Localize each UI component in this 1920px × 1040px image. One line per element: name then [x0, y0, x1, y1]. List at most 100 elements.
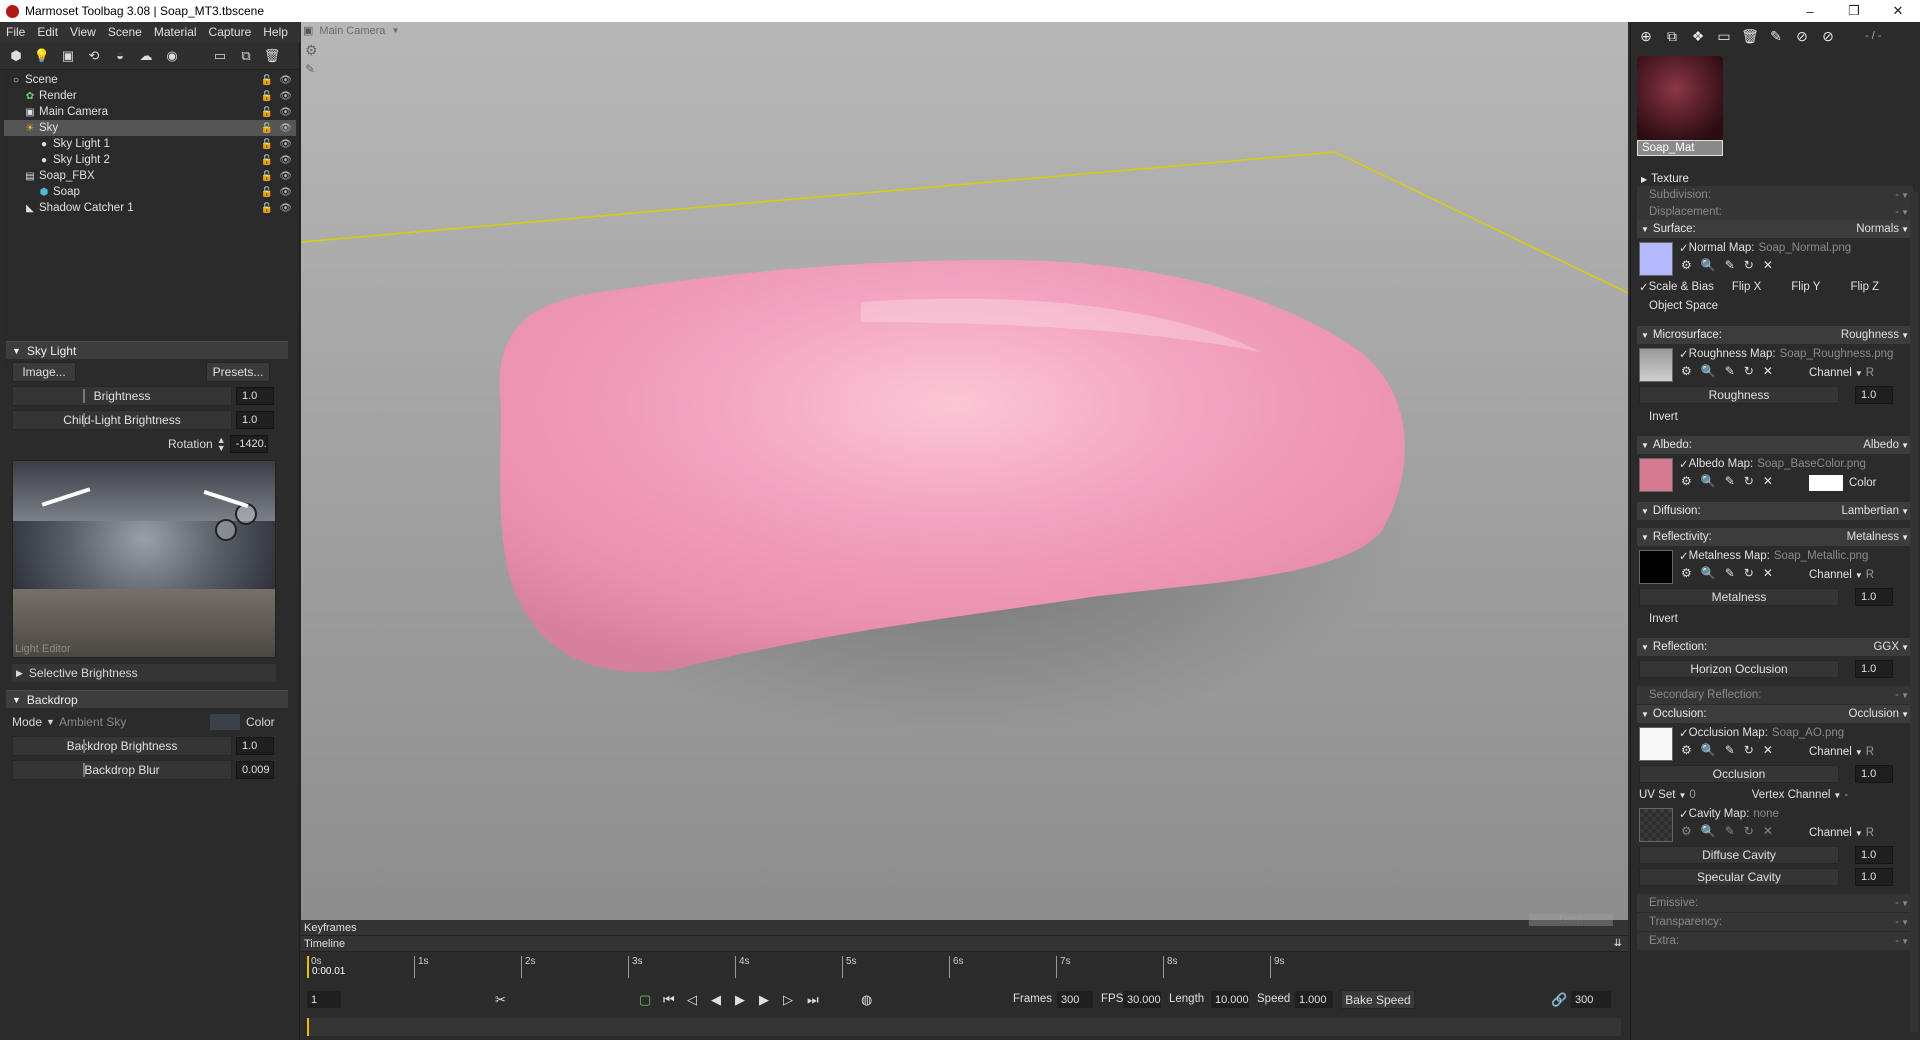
light-marker-2[interactable]: [215, 519, 237, 541]
gear-icon[interactable]: ⚙: [1681, 566, 1692, 580]
roughness-slider[interactable]: Roughness: [1639, 386, 1839, 404]
menu-file[interactable]: File: [0, 25, 31, 39]
link-icon[interactable]: 🔗: [1551, 992, 1567, 1008]
close-icon[interactable]: ✕: [1763, 824, 1773, 838]
reload-icon[interactable]: ↻: [1744, 474, 1754, 488]
check-icon[interactable]: ✓: [1679, 241, 1689, 255]
material-preview-sphere[interactable]: [1637, 56, 1723, 142]
restore-button[interactable]: ❐: [1832, 0, 1876, 22]
child-brightness-value[interactable]: 1.0: [236, 411, 274, 429]
brightness-slider[interactable]: Brightness: [12, 386, 232, 406]
occlusion-map-thumb[interactable]: [1639, 727, 1673, 761]
microsurface-header[interactable]: ▼ Microsurface: Roughness ▼: [1637, 326, 1913, 344]
menu-scene[interactable]: Scene: [102, 25, 148, 39]
loop-icon[interactable]: ▢: [639, 992, 651, 1008]
gear-icon[interactable]: ⚙: [1681, 364, 1692, 378]
length-input[interactable]: 10.000: [1211, 991, 1249, 1008]
emissive-header[interactable]: Emissive: - ▼: [1637, 894, 1913, 912]
selective-brightness-header[interactable]: ▶ Selective Brightness: [12, 664, 276, 682]
edit-icon[interactable]: ✎: [1725, 474, 1735, 488]
lock-icon[interactable]: 🔓: [261, 203, 273, 214]
transparency-header[interactable]: Transparency: - ▼: [1637, 913, 1913, 931]
tree-item-render[interactable]: ✿ Render 🔓 👁: [4, 88, 296, 104]
menu-help[interactable]: Help: [257, 25, 294, 39]
collapse-icon[interactable]: ⇊: [1614, 938, 1622, 949]
visibility-eye-icon[interactable]: 👁: [279, 203, 292, 214]
dropdown-arrow-icon[interactable]: ▼: [1901, 643, 1909, 652]
dropdown-arrow-icon[interactable]: ▼: [1901, 191, 1909, 200]
visibility-eye-icon[interactable]: 👁: [279, 91, 292, 102]
metalness-invert-toggle[interactable]: Invert: [1649, 610, 1678, 628]
dropdown-arrow-icon[interactable]: ▼: [1901, 441, 1909, 450]
slider-knob[interactable]: [83, 389, 85, 403]
lock-icon[interactable]: 🔓: [261, 75, 273, 86]
tree-item-sky[interactable]: ☀ Sky 🔓 👁: [4, 120, 296, 136]
dropdown-arrow-icon[interactable]: ▼: [1901, 507, 1909, 516]
reflection-header[interactable]: ▼ Reflection: GGX ▼: [1637, 638, 1913, 656]
play-icon[interactable]: ▶: [735, 992, 745, 1008]
time-ruler[interactable]: 0s 1s 2s 3s 4s 5s 6s 7s 8s 9s 0:00.01: [307, 956, 1621, 978]
panel-scrollbar[interactable]: [1910, 192, 1918, 1032]
albedo-color-swatch[interactable]: [1809, 475, 1843, 491]
backdrop-brightness-value[interactable]: 1.0: [236, 737, 274, 755]
reload-icon[interactable]: ↻: [1744, 364, 1754, 378]
secondary-reflection-header[interactable]: Secondary Reflection: - ▼: [1637, 686, 1913, 704]
frames-input[interactable]: 300: [1057, 991, 1093, 1008]
dropdown-arrow-icon[interactable]: ▼: [1833, 791, 1841, 800]
specular-cavity-slider[interactable]: Specular Cavity: [1639, 868, 1839, 886]
pick-material-icon[interactable]: ✎: [1767, 27, 1785, 45]
backdrop-blur-value[interactable]: 0.009: [236, 761, 274, 779]
material-grid-icon[interactable]: ❖: [1689, 27, 1707, 45]
dropdown-arrow-icon[interactable]: ▼: [1855, 748, 1863, 757]
check-icon[interactable]: ✓: [1679, 347, 1689, 361]
dropdown-arrow-icon[interactable]: ▼: [1901, 937, 1909, 946]
edit-icon[interactable]: ✎: [1725, 743, 1735, 757]
step-forward-icon[interactable]: ▶: [759, 992, 769, 1008]
lock-icon[interactable]: 🔓: [261, 107, 273, 118]
search-icon[interactable]: 🔍: [1701, 743, 1716, 757]
horizon-occlusion-slider[interactable]: Horizon Occlusion: [1639, 660, 1839, 678]
spinner-arrows-icon[interactable]: ▲ ▼: [217, 436, 226, 453]
albedo-header[interactable]: ▼ Albedo: Albedo ▼: [1637, 436, 1913, 454]
tree-item-sky-light-1[interactable]: ● Sky Light 1 🔓 👁: [4, 136, 296, 152]
metalness-value[interactable]: 1.0: [1855, 588, 1893, 606]
subdivision-header[interactable]: Subdivision: - ▼: [1637, 186, 1913, 204]
close-icon[interactable]: ✕: [1763, 258, 1773, 272]
dropdown-arrow-icon[interactable]: ▼: [1855, 369, 1863, 378]
reload-icon[interactable]: ↻: [1744, 258, 1754, 272]
menu-view[interactable]: View: [64, 25, 102, 39]
mode-value[interactable]: Ambient Sky: [59, 715, 126, 729]
tree-item-sky-light-2[interactable]: ● Sky Light 2 🔓 👁: [4, 152, 296, 168]
add-turntable-icon[interactable]: ⟲: [84, 46, 104, 66]
material-options-icon[interactable]: ⊘: [1819, 27, 1837, 45]
occlusion-header[interactable]: ▼ Occlusion: Occlusion ▼: [1637, 705, 1913, 723]
dropdown-arrow-icon[interactable]: ▼: [1678, 791, 1686, 800]
duplicate-material-icon[interactable]: ⧉: [1663, 27, 1681, 45]
tree-item-main-camera[interactable]: ▣ Main Camera 🔓 👁: [4, 104, 296, 120]
search-icon[interactable]: 🔍: [1701, 364, 1716, 378]
dropdown-arrow-icon[interactable]: ▼: [1901, 710, 1909, 719]
check-icon[interactable]: ✓: [1639, 280, 1649, 294]
material-name[interactable]: Soap_Mat: [1637, 140, 1723, 156]
occlusion-value[interactable]: 1.0: [1855, 765, 1893, 783]
add-object-icon[interactable]: ⬢: [6, 46, 26, 66]
reload-icon[interactable]: ↻: [1744, 566, 1754, 580]
gear-icon[interactable]: ⚙: [1681, 258, 1692, 272]
visibility-eye-icon[interactable]: 👁: [279, 123, 292, 134]
folder-icon[interactable]: ▭: [210, 46, 230, 66]
gear-icon[interactable]: ⚙: [1681, 824, 1692, 838]
diffuse-cavity-value[interactable]: 1.0: [1855, 846, 1893, 864]
roughness-map-thumb[interactable]: [1639, 348, 1673, 382]
tree-item-scene[interactable]: ○ Scene 🔓 👁: [4, 72, 296, 88]
backdrop-header[interactable]: ▼ Backdrop: [6, 690, 288, 708]
gear-icon[interactable]: ⚙: [1681, 743, 1692, 757]
metalness-slider[interactable]: Metalness: [1639, 588, 1839, 606]
horizon-occlusion-value[interactable]: 1.0: [1855, 660, 1893, 678]
menu-material[interactable]: Material: [148, 25, 203, 39]
trash-icon[interactable]: 🗑: [262, 46, 282, 66]
close-icon[interactable]: ✕: [1763, 743, 1773, 757]
dropdown-arrow-icon[interactable]: ▼: [1901, 899, 1909, 908]
prev-key-icon[interactable]: ◁: [687, 992, 697, 1008]
rotation-value[interactable]: -1420.: [229, 435, 268, 453]
light-editor-panorama[interactable]: Light Editor: [12, 460, 276, 658]
